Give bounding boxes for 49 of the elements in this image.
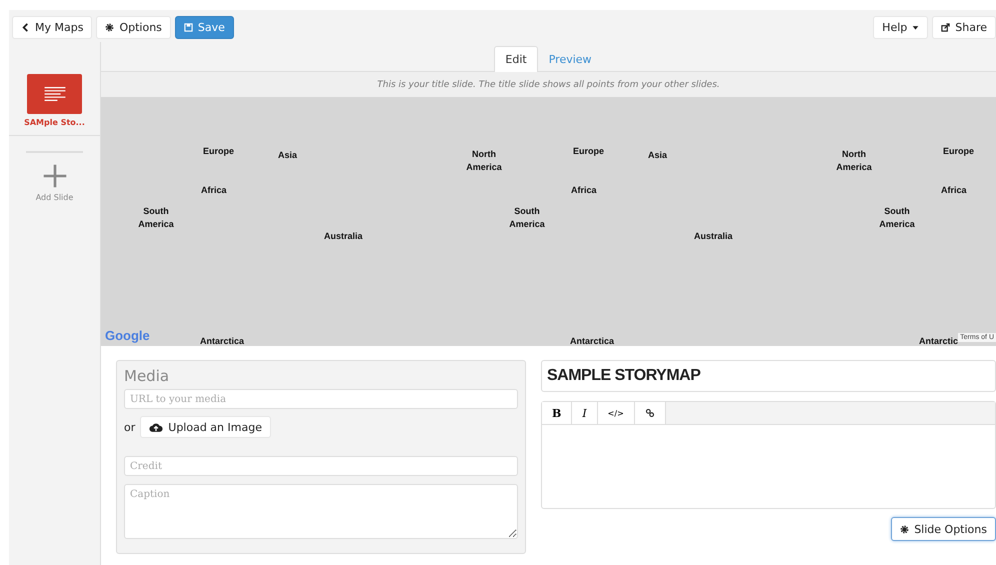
continent-label: North America (465, 148, 503, 174)
slide-thumbnail[interactable]: SAMple Sto... (9, 74, 100, 136)
continent-label: Europe (943, 145, 974, 158)
share-icon (941, 23, 950, 32)
floppy-icon (184, 23, 193, 32)
continent-label: South America (137, 205, 175, 231)
format-button[interactable]: I (572, 402, 598, 424)
continent-label: Australia (694, 230, 733, 243)
continent-label: Africa (941, 184, 967, 197)
map-logo: Google (105, 328, 150, 343)
slide-options-button[interactable]: Slide Options (891, 517, 996, 541)
continent-label: Antarctic (919, 335, 958, 346)
or-text: or (124, 420, 136, 434)
text-editor[interactable]: B I </> (541, 401, 996, 509)
continent-label: Asia (278, 149, 298, 162)
tab[interactable]: Edit (494, 46, 538, 72)
gear-icon (900, 524, 910, 534)
continent-label: Asia (648, 149, 668, 162)
format-button[interactable]: </> (598, 402, 635, 424)
plus-icon (42, 163, 68, 189)
slide-title-field[interactable]: SAMPLE STORYMAP (541, 360, 996, 392)
continent-label: South America (508, 205, 546, 231)
toolbar-button[interactable]: Options (96, 16, 171, 39)
link-icon (644, 408, 655, 418)
link-button[interactable] (634, 402, 666, 424)
text-lines-icon (42, 86, 66, 102)
gear-icon (105, 23, 114, 32)
continent-label: Europe (573, 145, 604, 158)
chevron-icon (21, 23, 30, 32)
media-heading: Media (124, 367, 170, 385)
caret-icon (912, 24, 920, 31)
cloud-upload-icon (149, 422, 164, 432)
toolbar-button[interactable]: Share (932, 16, 996, 39)
upload-image-button[interactable]: Upload an Image (140, 416, 271, 438)
title-slide-notice: This is your title slide. The title slide shows all points from your other slides. (377, 80, 720, 90)
continent-label: South America (878, 205, 916, 231)
credit-field[interactable]: Credit (124, 456, 518, 476)
continent-label: Antarctica (570, 335, 614, 346)
media-url-field[interactable]: URL to your media (124, 389, 518, 409)
continent-label: Europe (203, 145, 234, 158)
caption-field[interactable]: Caption (124, 484, 518, 539)
toolbar-button[interactable]: My Maps (12, 16, 92, 39)
continent-label: Africa (571, 184, 597, 197)
format-button[interactable]: B (542, 402, 572, 424)
continent-label: Africa (201, 184, 227, 197)
toolbar-button[interactable]: Help (873, 16, 928, 39)
continent-label: North America (835, 148, 873, 174)
continent-label: Antarctica (200, 335, 244, 346)
continent-label: Australia (324, 230, 363, 243)
